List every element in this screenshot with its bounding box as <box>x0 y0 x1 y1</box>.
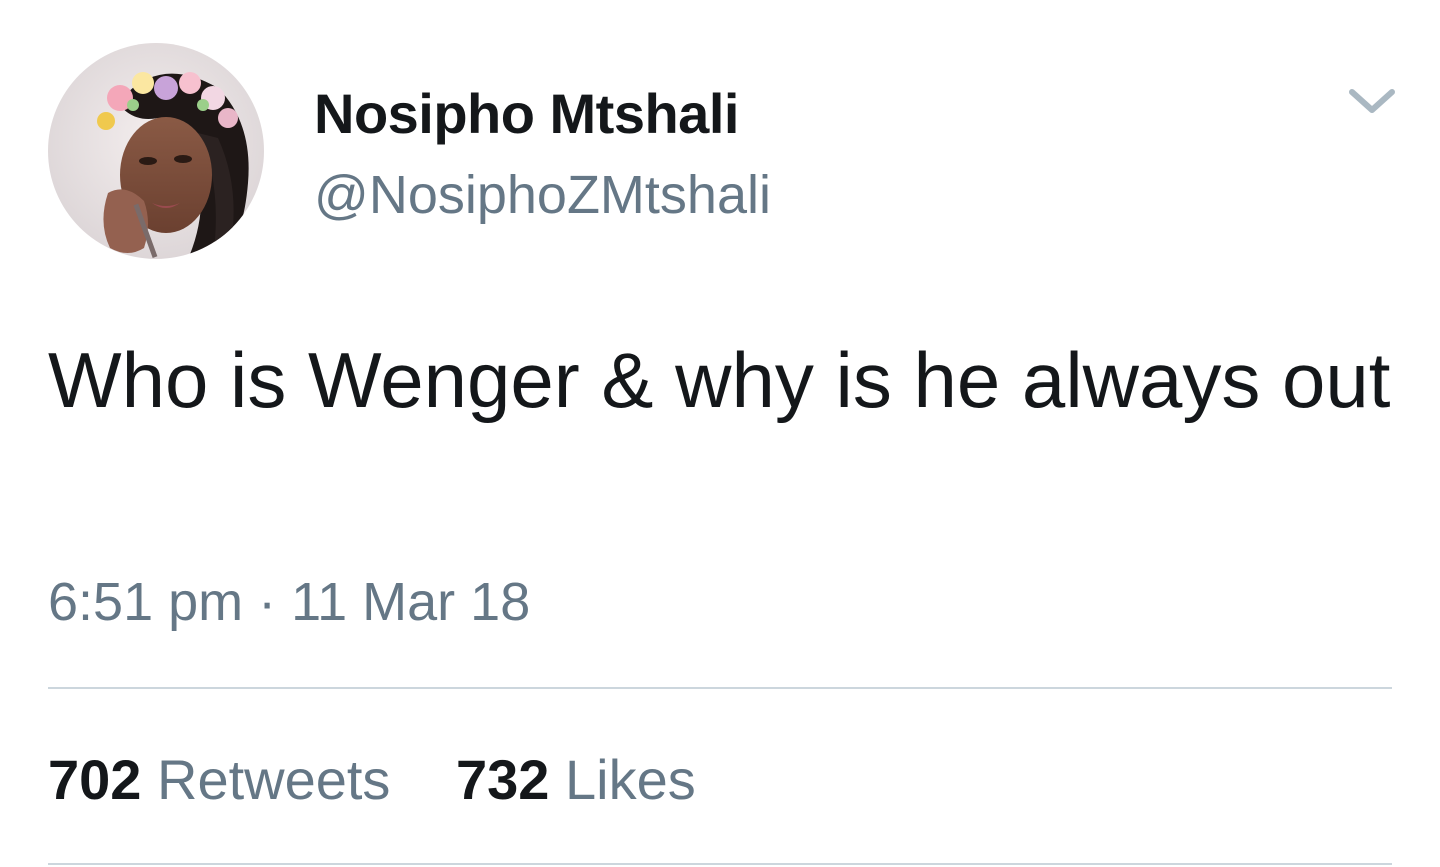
chevron-down-icon[interactable] <box>1340 78 1404 126</box>
avatar[interactable] <box>48 43 264 259</box>
retweets-count: 702 <box>48 748 142 811</box>
retweets-stat[interactable]: 702 Retweets <box>48 748 390 812</box>
divider <box>48 863 1392 865</box>
tweet-text: Who is Wenger & why is he always out <box>48 336 1391 424</box>
likes-count: 732 <box>456 748 550 811</box>
user-handle[interactable]: @NosiphoZMtshali <box>314 163 771 227</box>
display-name[interactable]: Nosipho Mtshali <box>314 82 739 146</box>
likes-label: Likes <box>565 748 696 811</box>
likes-stat[interactable]: 732 Likes <box>456 748 696 812</box>
tweet-stats: 702 Retweets 732 Likes <box>48 748 696 812</box>
divider <box>48 687 1392 689</box>
tweet-timestamp[interactable]: 6:51 pm · 11 Mar 18 <box>48 570 530 634</box>
tweet: Nosipho Mtshali @NosiphoZMtshali Who is … <box>0 0 1440 867</box>
retweets-label: Retweets <box>157 748 391 811</box>
avatar-photo <box>48 43 264 259</box>
